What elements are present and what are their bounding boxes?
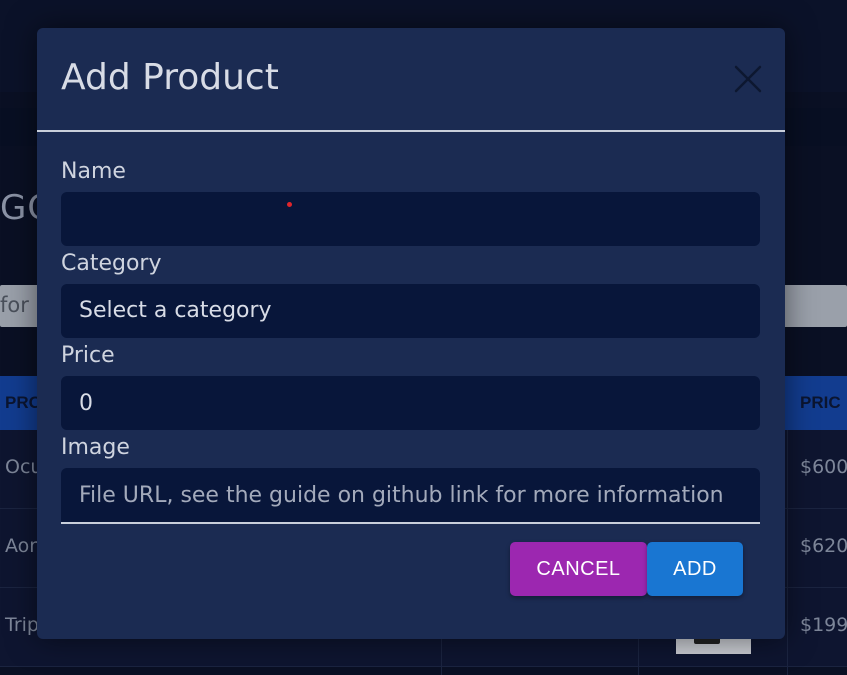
image-url-input[interactable] [79,468,742,522]
add-button[interactable]: ADD [647,542,743,596]
image-label: Image [61,435,130,460]
price-input[interactable] [79,376,742,430]
dialog-header: Add Product [37,28,785,132]
name-input[interactable] [79,192,742,246]
mouse-cursor-indicator [287,202,292,207]
close-x-icon [734,65,762,93]
dialog-title: Add Product [61,57,279,98]
name-label: Name [61,159,126,184]
image-url-field[interactable] [61,468,760,524]
product-price-cell: $600 [800,456,847,478]
product-price-cell: $199 [800,614,847,636]
category-selected-value: Select a category [79,298,272,323]
price-label: Price [61,343,115,368]
product-price-cell: $620 [800,535,847,557]
price-field[interactable] [61,376,760,430]
category-label: Category [61,251,162,276]
name-field[interactable] [61,192,760,246]
add-product-dialog: Add Product Name Category Select a categ… [37,28,785,639]
cancel-button[interactable]: CANCEL [510,542,647,596]
close-button[interactable] [730,61,766,97]
product-name-cell: Aor [5,535,38,557]
category-select[interactable]: Select a category [61,284,760,338]
column-divider [787,430,788,675]
column-header-price[interactable]: PRIC [800,393,841,413]
product-name-cell: Trip [5,614,39,636]
